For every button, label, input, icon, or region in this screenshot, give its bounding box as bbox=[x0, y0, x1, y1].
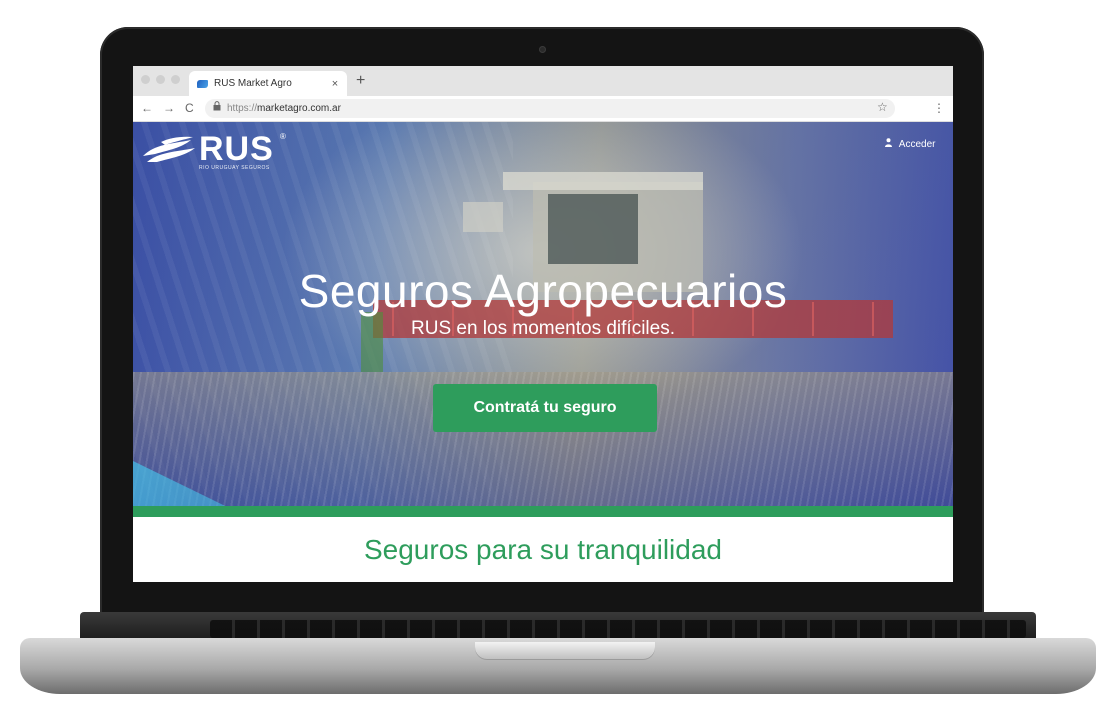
registered-mark: ® bbox=[280, 132, 286, 141]
webcam bbox=[539, 46, 546, 53]
favicon-icon bbox=[197, 79, 208, 88]
laptop-base bbox=[20, 612, 1096, 698]
section-title: Seguros para su tranquilidad bbox=[363, 534, 722, 565]
forward-arrow-icon[interactable]: → bbox=[163, 101, 175, 115]
new-tab-button[interactable]: + bbox=[356, 73, 365, 89]
address-bar[interactable]: https://marketagro.com.ar bbox=[205, 99, 895, 118]
contract-insurance-button[interactable]: Contratá tu seguro bbox=[433, 384, 657, 432]
close-window-button[interactable] bbox=[141, 75, 150, 84]
user-icon bbox=[885, 138, 895, 150]
browser-toolbar: ← → C https://marketagro.com.ar ☆ ⋮ bbox=[133, 96, 953, 122]
logo-wordmark: RUS bbox=[199, 130, 274, 168]
rus-logo[interactable]: RUS ® RIO URUGUAY SEGUROS bbox=[141, 132, 291, 174]
hero-subtitle: RUS en los momentos difíciles. bbox=[411, 318, 675, 339]
bookmark-star-icon[interactable]: ☆ bbox=[877, 100, 888, 114]
keyboard bbox=[210, 620, 1026, 638]
maximize-window-button[interactable] bbox=[171, 75, 180, 84]
url-protocol: https:// bbox=[227, 103, 258, 114]
wave-logo-icon bbox=[143, 136, 195, 162]
browser-tab-bar: RUS Market Agro × + bbox=[133, 66, 953, 96]
tab-title: RUS Market Agro bbox=[214, 78, 292, 89]
hero-banner: RUS ® RIO URUGUAY SEGUROS Acceder Seguro… bbox=[133, 122, 953, 506]
lock-icon bbox=[213, 99, 221, 118]
reload-icon[interactable]: C bbox=[185, 101, 194, 115]
url-host: marketagro.com.ar bbox=[257, 103, 341, 114]
close-tab-icon[interactable]: × bbox=[327, 78, 343, 90]
back-arrow-icon[interactable]: ← bbox=[141, 101, 153, 115]
green-divider bbox=[133, 506, 953, 517]
browser-menu-icon[interactable]: ⋮ bbox=[933, 101, 945, 115]
laptop-screen: RUS Market Agro × + ← → C https://market… bbox=[133, 66, 953, 582]
window-controls bbox=[141, 75, 180, 84]
logo-subtitle: RIO URUGUAY SEGUROS bbox=[199, 165, 270, 171]
login-label: Acceder bbox=[898, 139, 936, 150]
browser-tab[interactable]: RUS Market Agro × bbox=[189, 71, 347, 96]
url-text: https://marketagro.com.ar bbox=[227, 99, 341, 118]
hero-title: Seguros Agropecuarios bbox=[298, 265, 788, 317]
lid-opening-notch bbox=[475, 642, 655, 660]
login-link[interactable]: Acceder bbox=[885, 138, 935, 150]
minimize-window-button[interactable] bbox=[156, 75, 165, 84]
hinge bbox=[80, 612, 1036, 640]
